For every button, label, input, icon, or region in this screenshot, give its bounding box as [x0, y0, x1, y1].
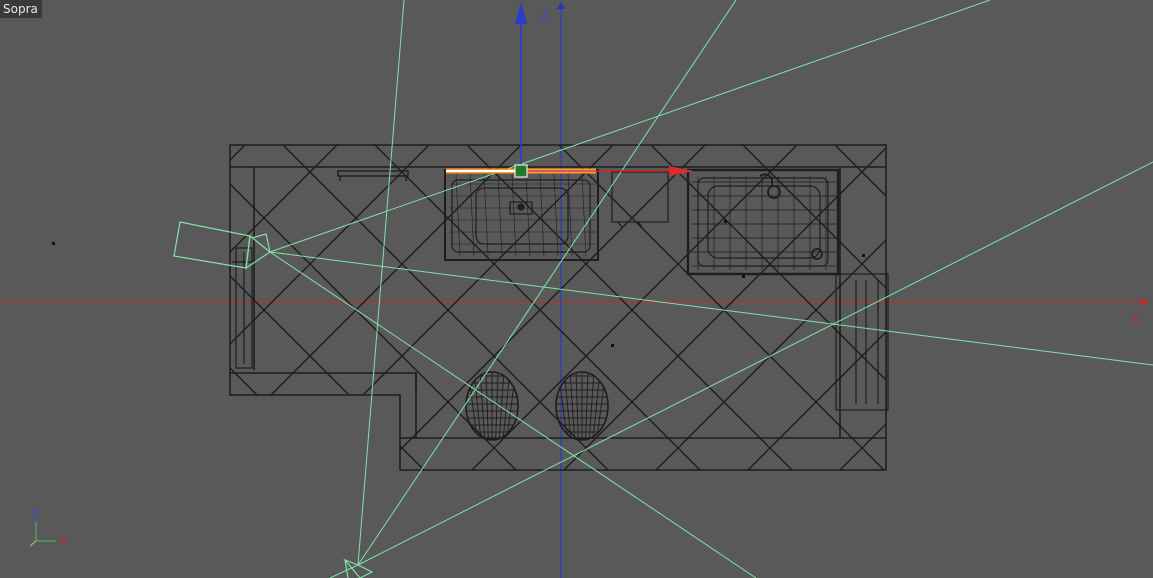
camera-frustum-lines	[269, 0, 1153, 578]
bathtub	[686, 168, 840, 276]
bidet	[555, 371, 609, 441]
gizmo-z-label: Z	[31, 508, 39, 522]
towel-rail	[337, 170, 409, 181]
axis-gizmo-icon: Z X	[29, 508, 67, 548]
z-axis-label: Z	[541, 8, 549, 22]
x-axis-label: X	[1131, 312, 1139, 326]
viewport-top[interactable]: Sopra Z X Z X	[0, 0, 1153, 578]
cabinet	[611, 171, 669, 228]
view-name-label[interactable]: Sopra	[0, 0, 42, 18]
right-door	[835, 273, 889, 411]
z-axis-arrow	[557, 2, 565, 9]
stray-points	[52, 220, 865, 347]
x-axis-arrow	[1141, 298, 1149, 306]
camera-icon[interactable]	[173, 221, 272, 270]
gizmo-x-label: X	[59, 534, 67, 548]
scene-canvas[interactable]: Z X Z X	[0, 0, 1153, 578]
